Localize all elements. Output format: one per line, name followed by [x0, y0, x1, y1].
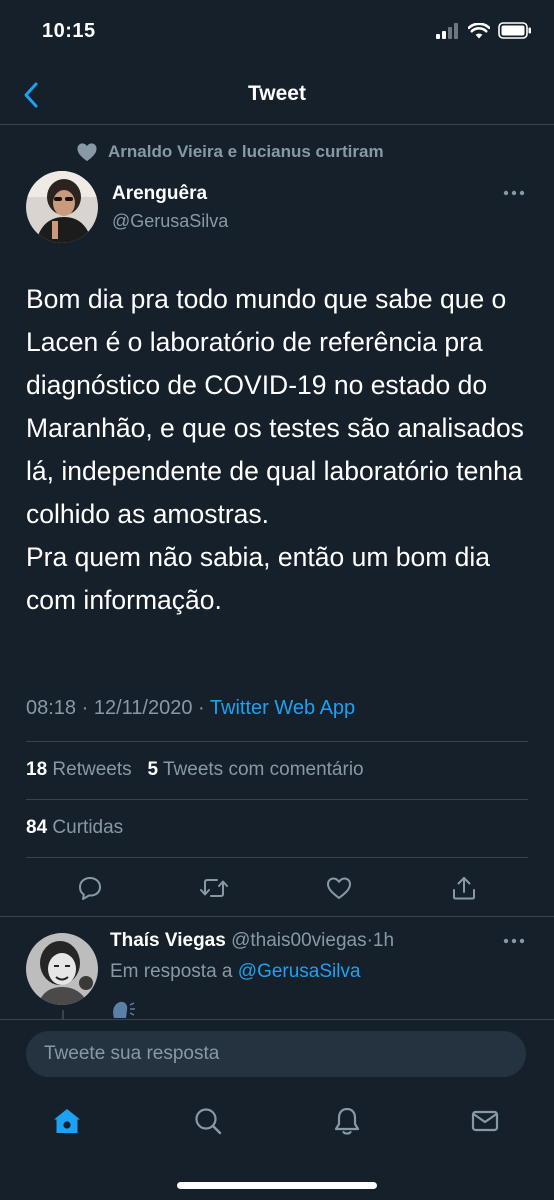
author-avatar-image — [26, 171, 98, 243]
more-horizontal-icon — [503, 938, 525, 944]
retweets-label: Retweets — [52, 759, 132, 780]
reply-mention-link[interactable]: @GerusaSilva — [238, 961, 361, 982]
reply-header: Thaís Viegas @thais00viegas·1h — [110, 930, 394, 952]
tab-home[interactable] — [47, 1101, 87, 1141]
stats-divider — [26, 799, 528, 800]
tweet-source-link[interactable]: Twitter Web App — [210, 697, 355, 719]
liked-by-context[interactable]: Arnaldo Vieira e lucianus curtiram — [76, 142, 384, 162]
reply-prefix: Em resposta a — [110, 961, 233, 982]
tweet-text: Bom dia pra todo mundo que sabe que o La… — [26, 284, 524, 615]
reply-author-name[interactable]: Thaís Viegas — [110, 930, 226, 951]
quotes-label: Tweets com comentário — [162, 759, 364, 780]
status-icons — [436, 22, 532, 39]
likes-count: 84 — [26, 817, 48, 838]
retweet-icon — [200, 879, 228, 897]
reply-author-handle[interactable]: @thais00viegas — [231, 930, 366, 951]
wifi-icon — [468, 22, 490, 38]
cellular-signal-icon — [436, 22, 458, 39]
share-button[interactable] — [444, 868, 484, 908]
tab-search[interactable] — [188, 1101, 228, 1141]
reply-button[interactable] — [70, 868, 110, 908]
meta-separator: · — [81, 697, 89, 719]
search-icon — [195, 1108, 222, 1135]
page-title: Tweet — [248, 82, 306, 105]
tweet-metadata: 08:18 · 12/11/2020 · Twitter Web App — [26, 697, 355, 720]
tab-notifications[interactable] — [327, 1101, 367, 1141]
likes-label: Curtidas — [52, 817, 124, 838]
reply-context: Em resposta a @GerusaSilva — [110, 961, 361, 983]
retweets-count: 18 — [26, 759, 48, 780]
author-handle[interactable]: @GerusaSilva — [112, 211, 228, 232]
more-horizontal-icon — [503, 190, 525, 196]
tweet-more-button[interactable] — [500, 182, 528, 209]
compose-divider — [0, 1019, 554, 1020]
author-avatar[interactable] — [26, 171, 98, 243]
tweet-time: 08:18 — [26, 697, 77, 719]
reply-avatar-image — [26, 933, 98, 1005]
meta-separator: · — [198, 697, 205, 719]
heart-filled-icon — [77, 143, 97, 162]
comment-icon — [79, 877, 101, 900]
share-icon — [453, 877, 475, 900]
home-indicator — [177, 1182, 377, 1189]
likes-divider — [26, 857, 528, 858]
mail-icon — [471, 1110, 499, 1132]
quotes-stat[interactable]: 5 Tweets com comentário — [147, 759, 363, 780]
retweets-stat[interactable]: 18 Retweets — [26, 759, 132, 780]
meta-divider — [26, 741, 528, 742]
actions-divider — [0, 916, 554, 917]
heart-icon — [327, 877, 351, 899]
bell-icon — [334, 1107, 360, 1135]
reply-age: 1h — [372, 930, 395, 951]
retweet-button[interactable] — [194, 868, 234, 908]
home-icon — [54, 1109, 80, 1133]
tweet-date: 12/11/2020 — [93, 697, 193, 719]
reply-more-button[interactable] — [500, 930, 528, 957]
like-button[interactable] — [319, 868, 359, 908]
reply-avatar[interactable] — [26, 933, 98, 1005]
tab-messages[interactable] — [465, 1101, 505, 1141]
liked-by-text: Arnaldo Vieira e lucianus curtiram — [108, 142, 384, 161]
likes-stat[interactable]: 84 Curtidas — [26, 817, 123, 839]
header-divider — [0, 124, 554, 125]
speaking-head-icon — [113, 1001, 135, 1018]
status-time: 10:15 — [42, 20, 96, 42]
author-name[interactable]: Arenguêra — [112, 183, 207, 205]
retweet-stats: 18 Retweets 5 Tweets com comentário — [26, 759, 364, 781]
quotes-count: 5 — [147, 759, 159, 780]
tweet-action-bar — [0, 868, 554, 908]
reply-compose-input[interactable] — [26, 1031, 526, 1077]
battery-icon — [498, 22, 531, 39]
